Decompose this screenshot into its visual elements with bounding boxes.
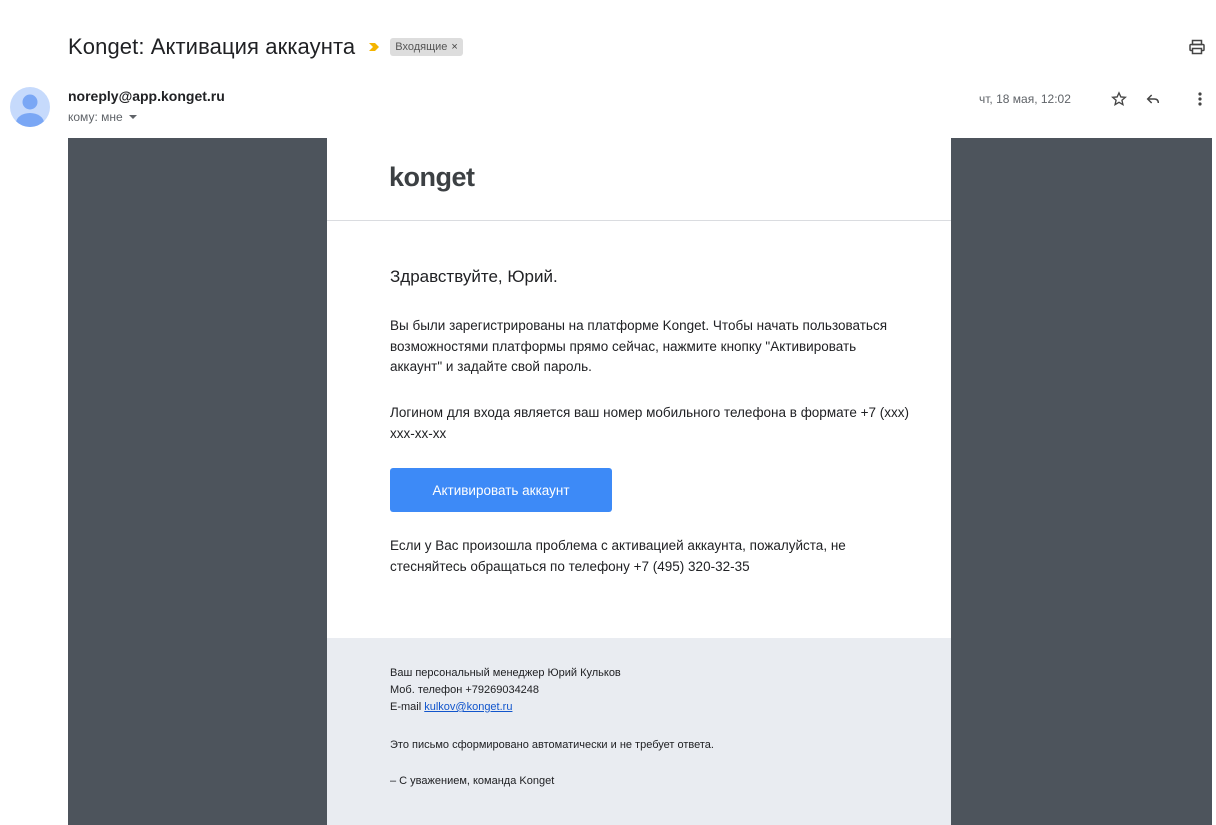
inbox-label-text: Входящие [395, 41, 448, 53]
manager-email-link[interactable]: kulkov@konget.ru [424, 701, 512, 713]
email-content-card: konget Здравствуйте, Юрий. Вы были зарег… [327, 138, 951, 825]
email-subject: Konget: Активация аккаунта [68, 34, 356, 59]
print-icon[interactable] [1186, 36, 1208, 58]
remove-label-button[interactable]: × [451, 41, 457, 53]
star-icon[interactable] [1109, 89, 1129, 109]
login-info-paragraph: Логином для входа является ваш номер моб… [390, 405, 909, 441]
greeting-text: Здравствуйте, Юрий. [390, 267, 558, 286]
email-date: чт, 18 мая, 12:02 [979, 92, 1071, 106]
more-vertical-icon[interactable] [1190, 89, 1210, 109]
importance-marker-icon[interactable] [367, 40, 381, 54]
auto-generated-note: Это письмо сформировано автоматически и … [390, 739, 714, 751]
manager-email-line: E-mail kulkov@konget.ru [390, 699, 621, 716]
reply-icon[interactable] [1143, 89, 1163, 109]
signature: – С уважением, команда Konget [390, 775, 555, 787]
recipient-details-dropdown[interactable] [128, 115, 137, 119]
email-label: E-mail [390, 701, 422, 713]
recipient-line: кому: мне [68, 110, 137, 124]
inbox-label-chip: Входящие × [390, 38, 463, 56]
sender-avatar[interactable] [10, 87, 50, 127]
manager-contact-block: Ваш персональный менеджер Юрий Кульков М… [390, 665, 621, 716]
email-header-area: konget [327, 138, 951, 221]
default-avatar-icon [16, 94, 44, 127]
subject-row: Konget: Активация аккаунта Входящие × [68, 32, 463, 62]
support-paragraph: Если у Вас произошла проблема с активаци… [390, 538, 846, 574]
recipient-text: кому: мне [68, 110, 123, 124]
manager-phone: Моб. телефон +79269034248 [390, 684, 540, 696]
registration-paragraph: Вы были зарегистрированы на платформе Ko… [390, 318, 888, 374]
konget-logo: konget [389, 162, 475, 192]
activate-account-button[interactable]: Активировать аккаунт [390, 468, 612, 512]
sender-email[interactable]: noreply@app.konget.ru [68, 88, 225, 104]
manager-name: Ваш персональный менеджер Юрий Кульков [390, 667, 621, 679]
email-footer: Ваш персональный менеджер Юрий Кульков М… [327, 638, 951, 825]
